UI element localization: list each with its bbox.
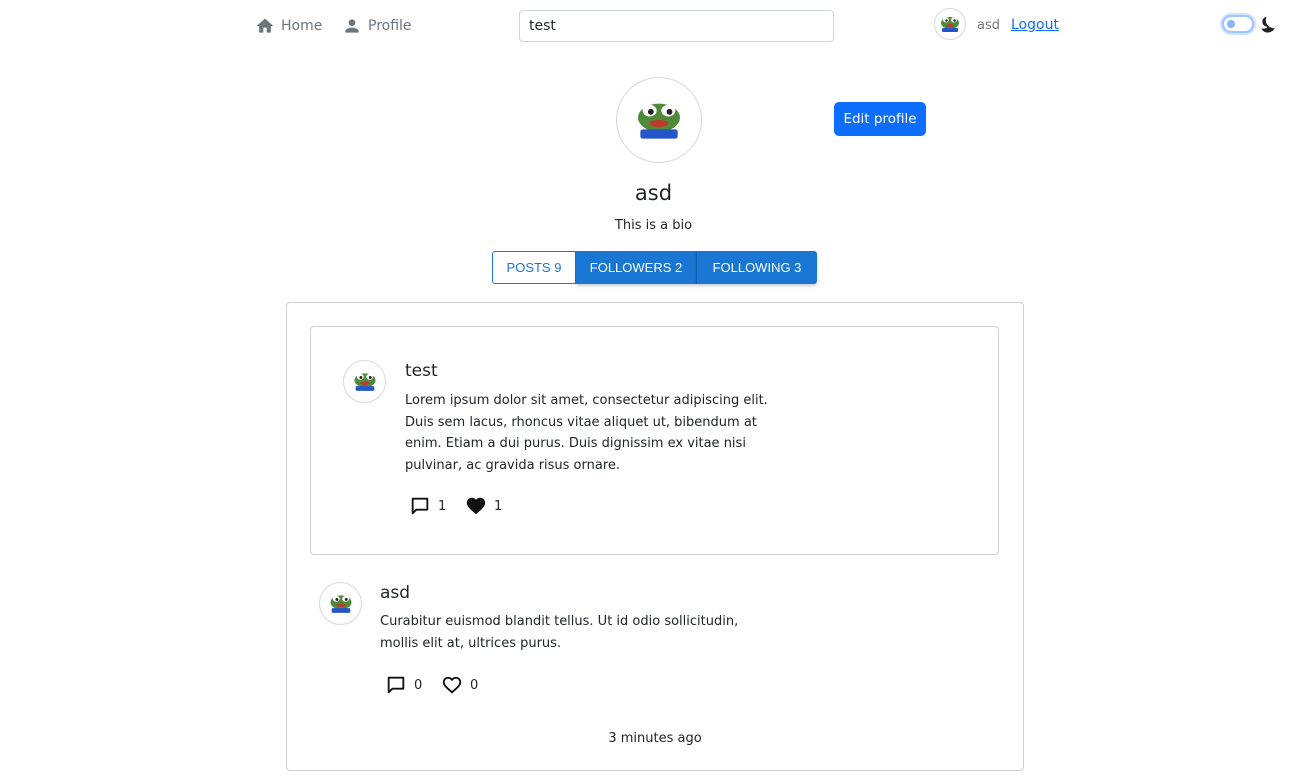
post-timestamp: 3 minutes ago	[608, 731, 702, 746]
post-line: pulvinar, ac gravida risus ornare.	[405, 457, 621, 473]
moon-icon	[1261, 16, 1275, 33]
frog-avatar-icon	[354, 373, 375, 391]
post-body: Curabitur euismod blandit tellus. Ut id …	[380, 611, 738, 654]
post-author[interactable]: test	[405, 361, 438, 381]
nav-home-link[interactable]: Home	[255, 16, 322, 36]
logout-link[interactable]: Logout	[1011, 17, 1059, 33]
like-button[interactable]: 0	[441, 674, 478, 696]
heart-filled-icon	[466, 497, 486, 515]
tab-posts[interactable]: POSTS 9	[492, 251, 576, 284]
comment-count: 1	[438, 498, 447, 514]
like-button[interactable]: 1	[465, 495, 502, 517]
post-author-avatar[interactable]	[319, 582, 362, 625]
nav-avatar[interactable]	[934, 8, 966, 40]
profile-avatar	[616, 77, 702, 163]
tab-followers[interactable]: FOLLOWERS 2	[576, 251, 697, 284]
frog-avatar-icon	[941, 17, 959, 32]
like-count: 0	[470, 677, 479, 693]
comment-icon	[411, 497, 429, 515]
post-line: Duis sem lacus, rhoncus vitae aliquet ut…	[405, 414, 757, 430]
toggle-knob	[1227, 20, 1235, 28]
frog-avatar-icon	[330, 595, 351, 613]
profile-bio: This is a bio	[614, 218, 693, 233]
post-line: enim. Etiam a dui purus. Duis dignissim …	[405, 436, 746, 451]
comment-button[interactable]: 0	[385, 674, 422, 696]
post-card[interactable]: test Lorem ipsum dolor sit amet, consect…	[310, 326, 999, 555]
post-author[interactable]: asd	[380, 583, 410, 603]
home-icon	[256, 18, 274, 33]
nav-username: asd	[977, 18, 1000, 33]
nav-profile-link[interactable]: Profile	[342, 16, 412, 36]
person-icon	[345, 19, 359, 33]
post-line: Lorem ipsum dolor sit amet, consectetur …	[405, 393, 768, 408]
like-count: 1	[494, 498, 503, 514]
comment-icon	[387, 676, 405, 694]
theme-toggle[interactable]	[1222, 15, 1254, 33]
posts-feed: test Lorem ipsum dolor sit amet, consect…	[286, 302, 1024, 771]
nav-home-label: Home	[281, 18, 323, 34]
comment-button[interactable]: 1	[409, 495, 446, 517]
post-line: mollis elit at, ultrices purus.	[380, 635, 562, 651]
comment-count: 0	[414, 677, 423, 693]
tab-following[interactable]: FOLLOWING 3	[697, 251, 817, 284]
post-line: Curabitur euismod blandit tellus. Ut id …	[380, 614, 739, 629]
heart-outline-icon	[442, 676, 462, 694]
post-body: Lorem ipsum dolor sit amet, consectetur …	[405, 390, 768, 476]
nav-profile-label: Profile	[368, 18, 412, 34]
search-input[interactable]	[519, 10, 834, 42]
profile-tabs: POSTS 9 FOLLOWERS 2 FOLLOWING 3	[492, 251, 817, 284]
edit-profile-button[interactable]: Edit profile	[834, 102, 926, 136]
profile-name: asd	[634, 181, 673, 205]
frog-avatar-icon	[638, 103, 680, 139]
post-author-avatar[interactable]	[343, 360, 386, 403]
